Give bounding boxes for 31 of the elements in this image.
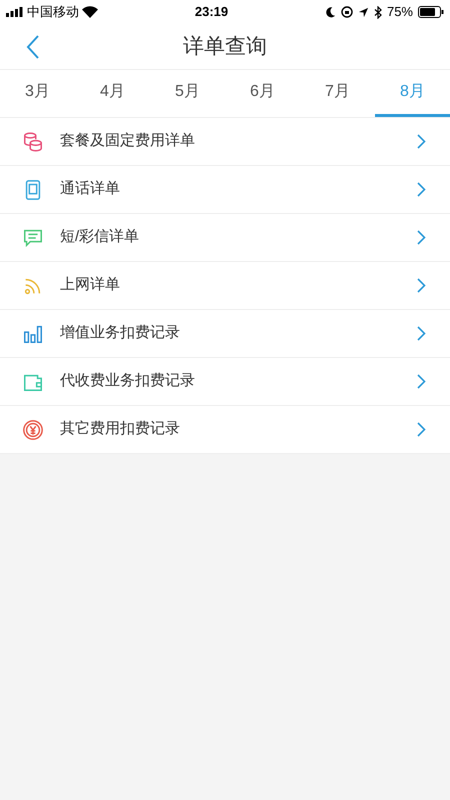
chevron-right-icon <box>417 422 426 437</box>
chevron-right-icon <box>417 182 426 197</box>
month-tab[interactable]: 6月 <box>225 70 300 117</box>
back-icon <box>26 34 40 60</box>
battery-icon <box>418 6 444 18</box>
chevron-right-icon <box>417 230 426 245</box>
chevron-right-icon <box>417 326 426 341</box>
location-icon <box>358 6 369 18</box>
chevron-right-icon <box>417 374 426 389</box>
status-time: 23:19 <box>194 3 228 22</box>
page-title: 详单查询 <box>183 34 267 60</box>
list-item[interactable]: 上网详单 <box>0 262 450 310</box>
chevron-right-icon <box>417 278 426 293</box>
month-tab[interactable]: 3月 <box>0 70 75 117</box>
wifi-icon <box>82 6 98 18</box>
signal-icon <box>6 7 24 17</box>
battery-percent: 75% <box>386 3 413 22</box>
list-item[interactable]: 套餐及固定费用详单 <box>0 118 450 166</box>
list-item[interactable]: 短/彩信详单 <box>0 214 450 262</box>
list-item[interactable]: 通话详单 <box>0 166 450 214</box>
moon-icon <box>324 6 336 18</box>
list-item[interactable]: 其它费用扣费记录 <box>0 406 450 454</box>
list-item[interactable]: 增值业务扣费记录 <box>0 310 450 358</box>
list-item[interactable]: 代收费业务扣费记录 <box>0 358 450 406</box>
month-tab[interactable]: 7月 <box>300 70 375 117</box>
month-tab[interactable]: 4月 <box>75 70 150 117</box>
carrier-name: 中国移动 <box>27 3 79 22</box>
chevron-right-icon <box>417 134 426 149</box>
bluetooth-icon <box>374 6 382 18</box>
month-tab[interactable]: 5月 <box>150 70 225 117</box>
rotation-lock-icon <box>340 6 353 18</box>
